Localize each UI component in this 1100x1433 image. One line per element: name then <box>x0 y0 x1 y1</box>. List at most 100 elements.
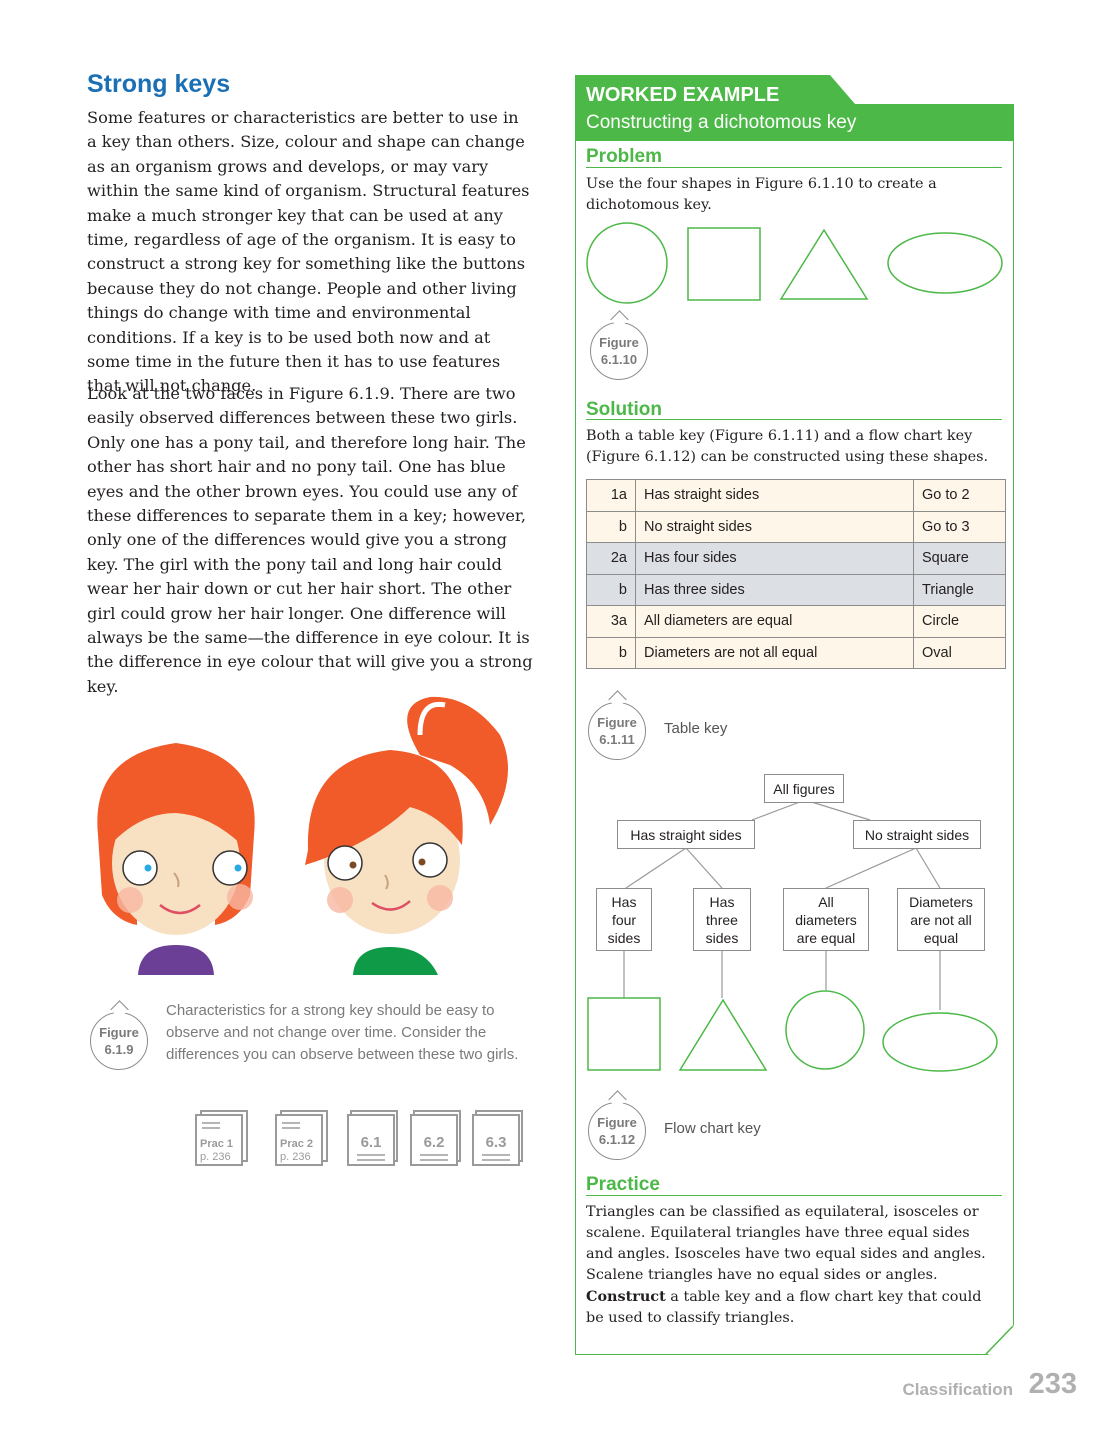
flow-leaf-four-sides: Has four sides <box>596 888 652 951</box>
leaf-line: equal <box>923 929 959 946</box>
result-cell: Oval <box>913 636 1006 669</box>
leaf-line: Has <box>611 893 637 910</box>
practice-intro: Triangles can be classified as equilater… <box>586 1204 986 1283</box>
problem-text: Use the four shapes in Figure 6.1.10 to … <box>586 176 937 213</box>
result-cell: Circle <box>913 605 1006 638</box>
worksheet-6-2-link[interactable]: 6.2 <box>408 1110 468 1166</box>
step-cell: b <box>586 510 636 543</box>
figure-label: Figure <box>597 1115 637 1130</box>
practice-text: Triangles can be classified as equilater… <box>586 1202 1000 1329</box>
resource-label: 6.1 <box>360 1134 382 1151</box>
resource-label: 6.3 <box>485 1134 507 1151</box>
result-cell: Square <box>913 542 1006 575</box>
body-paragraph-1: Some features or characteristics are bet… <box>87 108 530 396</box>
solution-heading: Solution <box>586 399 662 420</box>
leaf-line: are equal <box>796 929 856 946</box>
result-cell: Go to 2 <box>913 479 1006 512</box>
figure-label: Figure <box>99 1025 139 1040</box>
feature-cell: No straight sides <box>635 510 914 543</box>
table-row: b No straight sides Go to 3 <box>586 510 1006 543</box>
table-row: b Has three sides Triangle <box>586 573 1006 606</box>
square-shape <box>587 997 661 1071</box>
page-number: 233 <box>1028 1368 1077 1400</box>
girl-pony-tail <box>305 696 508 975</box>
four-shapes <box>586 222 1003 304</box>
figure-number: 6.1.9 <box>104 1042 134 1057</box>
figure-badge-6-1-11: Figure 6.1.11 <box>588 702 646 760</box>
leaf-line: Has <box>709 893 735 910</box>
step-cell: 1a <box>586 479 636 512</box>
figure-number: 6.1.10 <box>600 352 638 367</box>
table-key-caption: Table key <box>664 720 728 737</box>
leaf-line: All <box>818 893 834 910</box>
figure-label: Figure <box>599 335 639 350</box>
problem-heading: Problem <box>586 146 663 167</box>
oval-shape <box>882 1012 998 1072</box>
feature-cell: Has three sides <box>635 573 914 606</box>
resource-page: p. 236 <box>280 1151 311 1163</box>
result-cell: Triangle <box>913 573 1006 606</box>
table-key: 1a Has straight sides Go to 2 b No strai… <box>586 479 1006 669</box>
feature-cell: Has straight sides <box>635 479 914 512</box>
figure-caption: Characteristics for a strong key should … <box>166 1002 519 1063</box>
triangle-shape <box>678 998 768 1071</box>
feature-cell: All diameters are equal <box>635 605 914 638</box>
flow-right-branch: No straight sides <box>853 820 981 849</box>
heading-rule <box>586 167 1002 168</box>
solution-text: Both a table key (Figure 6.1.11) and a f… <box>586 428 989 465</box>
prac-1-link[interactable]: Prac 1 p. 236 <box>190 1110 260 1166</box>
step-cell: b <box>586 573 636 606</box>
figure-number: 6.1.12 <box>598 1132 636 1147</box>
feature-cell: Diameters are not all equal <box>635 636 914 669</box>
flow-leaf-three-sides: Has three sides <box>693 888 751 951</box>
flow-root: All figures <box>764 774 844 803</box>
section-title: Strong keys <box>87 70 231 98</box>
table-row: 1a Has straight sides Go to 2 <box>586 479 1006 512</box>
girl-short-hair <box>97 743 255 975</box>
flow-left-branch: Has straight sides <box>617 820 755 849</box>
leaf-line: Diameters <box>909 893 973 910</box>
heading-rule <box>586 1195 1002 1196</box>
table-row: 2a Has four sides Square <box>586 542 1006 575</box>
figure-badge-6-1-12: Figure 6.1.12 <box>588 1102 646 1160</box>
triangle-shape <box>779 228 869 300</box>
circle-shape <box>586 222 668 304</box>
feature-cell: Has four sides <box>635 542 914 575</box>
leaf-line: diameters <box>795 911 857 928</box>
flow-leaf-diameters-equal: All diameters are equal <box>783 888 869 951</box>
flow-chart-caption: Flow chart key <box>664 1120 761 1137</box>
step-cell: b <box>586 636 636 669</box>
table-row: 3a All diameters are equal Circle <box>586 605 1006 638</box>
chapter-label: Classification <box>902 1380 1013 1399</box>
oval-shape <box>887 232 1003 294</box>
practice-command: Construct <box>586 1288 666 1305</box>
table-row: b Diameters are not all equal Oval <box>586 636 1006 669</box>
figure-label: Figure <box>597 715 637 730</box>
leaf-line: three <box>706 911 738 928</box>
heading-rule <box>586 419 1002 420</box>
flow-leaf-diameters-not-equal: Diameters are not all equal <box>897 888 985 951</box>
circle-shape <box>785 990 865 1070</box>
resource-page: p. 236 <box>200 1151 231 1163</box>
leaf-line: four <box>611 911 637 928</box>
figure-number: 6.1.11 <box>599 732 635 747</box>
leaf-line: are not all <box>910 911 972 928</box>
result-cell: Go to 3 <box>913 510 1006 543</box>
step-cell: 2a <box>586 542 636 575</box>
step-cell: 3a <box>586 605 636 638</box>
worksheet-6-1-link[interactable]: 6.1 <box>345 1110 405 1166</box>
worksheet-6-3-link[interactable]: 6.3 <box>470 1110 530 1166</box>
figure-badge-6-1-9: Figure 6.1.9 <box>90 1012 148 1070</box>
body-paragraph-2: Look at the two faces in Figure 6.1.9. T… <box>87 384 533 696</box>
two-girls-illustration <box>97 696 508 975</box>
square-shape <box>687 227 761 301</box>
resource-label: Prac 1 <box>200 1138 234 1150</box>
leaf-line: sides <box>705 929 739 946</box>
box-corner-cut <box>980 1325 1016 1357</box>
practice-heading: Practice <box>586 1174 660 1195</box>
figure-badge-6-1-10: Figure 6.1.10 <box>590 322 648 380</box>
leaf-line: sides <box>607 929 641 946</box>
resource-label: 6.2 <box>423 1134 445 1151</box>
resource-label: Prac 2 <box>280 1138 314 1150</box>
prac-2-link[interactable]: Prac 2 p. 236 <box>270 1110 340 1166</box>
